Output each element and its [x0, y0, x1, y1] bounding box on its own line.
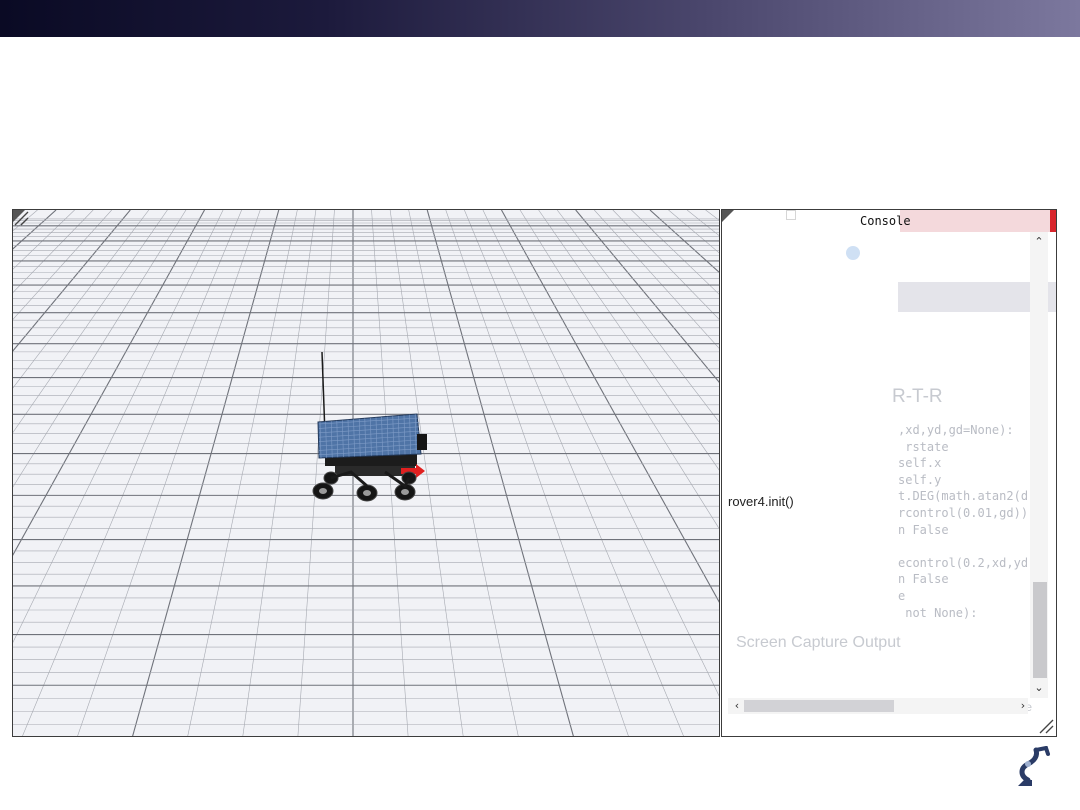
- ghost-heading: R-T-R: [892, 386, 943, 407]
- rover-solar-panel: [317, 413, 422, 459]
- chevron-down-icon[interactable]: ⌄: [1030, 680, 1048, 696]
- rover-model[interactable]: [13, 210, 720, 737]
- ghost-code-line: rstate: [898, 439, 949, 454]
- robot-arm-logo: [1018, 746, 1050, 786]
- ghost-code-line: ,xd,yd,gd=None):: [898, 423, 1014, 437]
- ghost-code-line: self.x: [898, 456, 942, 471]
- close-icon[interactable]: [1050, 210, 1056, 232]
- rover-camera: [417, 434, 427, 450]
- ghost-code-line: n False: [898, 572, 949, 587]
- console-menu-corner[interactable]: [722, 210, 734, 222]
- chevron-up-icon[interactable]: ⌃: [1030, 234, 1048, 250]
- ghost-code-line: econtrol(0.2,xd,yd: [898, 555, 1029, 570]
- vertical-scroll-thumb[interactable]: [1033, 582, 1047, 678]
- console-panel[interactable]: Console R-T-R ,xd,yd,gd=None): rstate sel…: [721, 209, 1057, 737]
- ghost-code-line: [898, 538, 1028, 555]
- slide-title-band: [0, 0, 1080, 37]
- ghost-code-block: ,xd,yd,gd=None): rstate self.x self.y t.DEG…: [898, 422, 1028, 621]
- horizontal-scrollbar[interactable]: ‹ ›: [728, 698, 1028, 714]
- ghost-code-line: t.DEG(math.atan2(d: [898, 489, 1029, 504]
- background-window-ghost: R-T-R ,xd,yd,gd=None): rstate self.x self.…: [722, 210, 1056, 736]
- console-title: Console: [860, 214, 911, 228]
- console-title-bar: [900, 210, 1056, 232]
- horizontal-scroll-thumb[interactable]: [744, 700, 894, 712]
- ghost-code-line: self.y: [898, 472, 942, 487]
- console-output-line: rover4.init(): [728, 494, 794, 509]
- ghost-code-line: e: [898, 588, 906, 603]
- simulation-viewport[interactable]: [12, 209, 720, 737]
- resize-grip-icon[interactable]: [13, 210, 29, 226]
- chevron-left-icon[interactable]: ‹: [730, 698, 744, 714]
- resize-grip-icon[interactable]: [1038, 718, 1054, 734]
- vertical-scrollbar[interactable]: ⌃ ⌄: [1030, 232, 1048, 698]
- ghost-code-line: n False: [898, 522, 949, 537]
- chevron-right-icon[interactable]: ›: [1016, 698, 1030, 714]
- ghost-footer-title: Screen Capture Output: [736, 634, 901, 651]
- ghost-code-line: not None):: [898, 605, 978, 620]
- ghost-code-line: rcontrol(0.01,gd)): [898, 505, 1029, 520]
